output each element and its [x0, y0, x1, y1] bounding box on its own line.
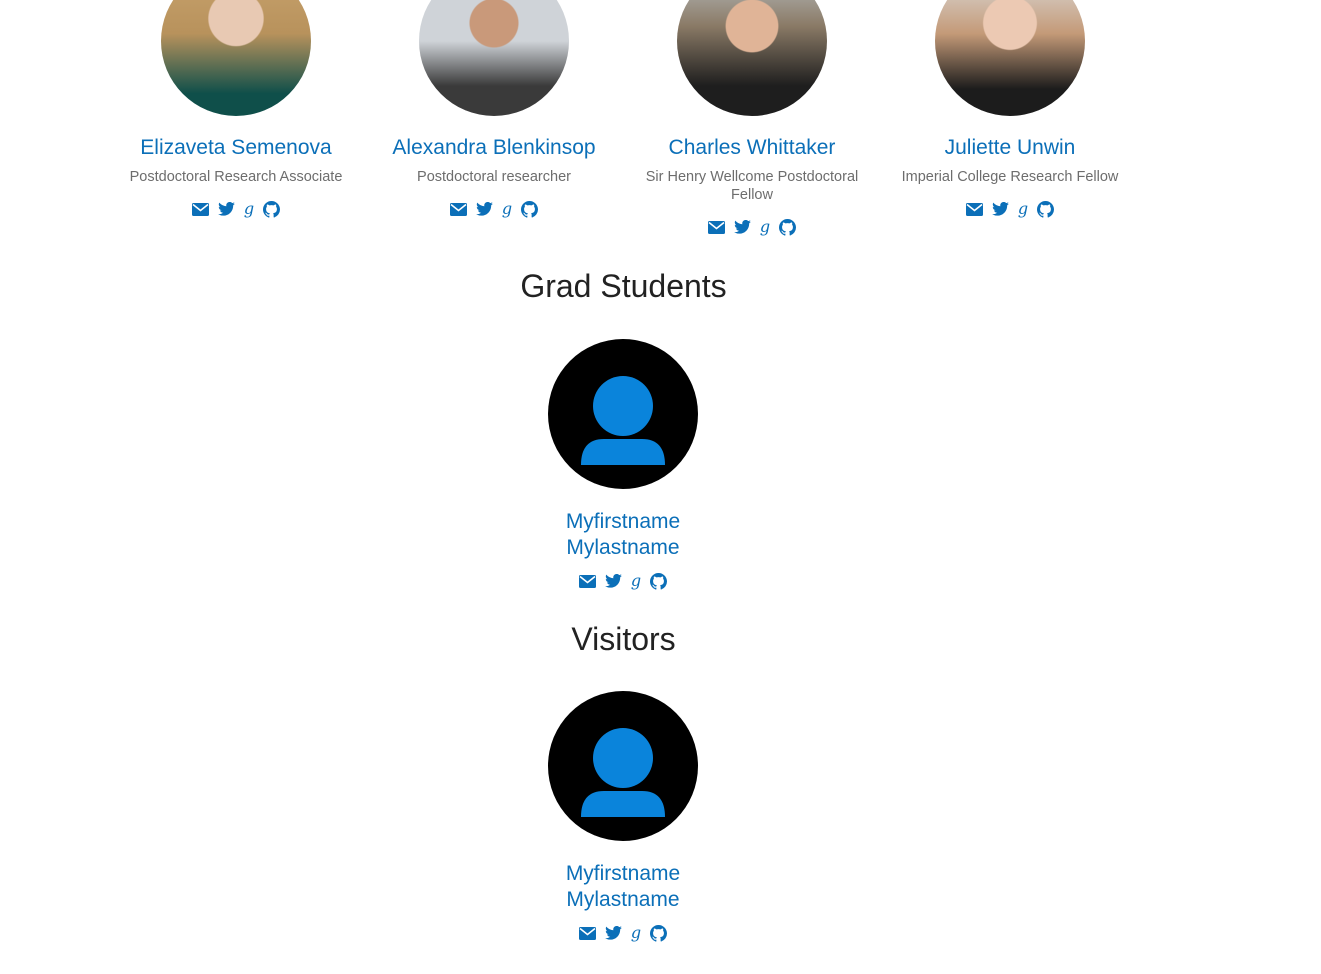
member-photo[interactable] [677, 0, 827, 116]
user-placeholder-icon[interactable] [548, 339, 698, 489]
envelope-icon[interactable] [449, 202, 467, 216]
twitter-icon[interactable] [991, 202, 1009, 216]
member-first-name: Myfirstname [565, 862, 681, 885]
member-role: Imperial College Research Fellow [901, 169, 1119, 185]
member-card: Juliette Unwin Imperial College Research… [881, 0, 1139, 218]
member-last-name: Mylastname [566, 888, 680, 911]
member-role: Postdoctoral Research Associate [129, 169, 343, 185]
social-links: g [623, 218, 881, 236]
social-links: g [365, 200, 623, 218]
google-scholar-icon[interactable]: g [1018, 201, 1028, 217]
member-photo[interactable] [935, 0, 1085, 116]
envelope-icon[interactable] [191, 202, 209, 216]
member-card: Alexandra Blenkinsop Postdoctoral resear… [365, 0, 623, 218]
team-page: Elizaveta Semenova Postdoctoral Research… [0, 0, 1321, 974]
envelope-icon[interactable] [707, 220, 725, 234]
member-card: Charles Whittaker Sir Henry Wellcome Pos… [623, 0, 881, 236]
github-icon[interactable] [650, 572, 668, 590]
social-links: g [881, 200, 1139, 218]
member-name-link[interactable]: Charles Whittaker [623, 135, 881, 161]
member-first-name: Myfirstname [565, 510, 681, 533]
google-scholar-icon[interactable]: g [760, 219, 770, 235]
google-scholar-icon[interactable]: g [244, 201, 254, 217]
twitter-icon[interactable] [475, 202, 493, 216]
member-name-link[interactable]: Juliette Unwin [881, 135, 1139, 161]
twitter-icon[interactable] [733, 220, 751, 234]
member-card: Elizaveta Semenova Postdoctoral Research… [107, 0, 365, 218]
github-icon[interactable] [650, 924, 668, 942]
member-card: Myfirstname Mylastname g [494, 339, 752, 590]
envelope-icon[interactable] [965, 202, 983, 216]
google-scholar-icon[interactable]: g [502, 201, 512, 217]
member-photo[interactable] [161, 0, 311, 116]
social-links: g [494, 572, 752, 590]
github-icon[interactable] [521, 200, 539, 218]
member-last-name: Mylastname [566, 536, 680, 559]
section-heading-visitors: Visitors [571, 621, 676, 657]
member-card: Myfirstname Mylastname g [494, 691, 752, 942]
github-icon[interactable] [1037, 200, 1055, 218]
github-icon[interactable] [779, 218, 797, 236]
envelope-icon[interactable] [578, 926, 596, 940]
member-name-link[interactable]: Alexandra Blenkinsop [365, 135, 623, 161]
google-scholar-icon[interactable]: g [631, 925, 641, 941]
social-links: g [494, 924, 752, 942]
github-icon[interactable] [263, 200, 281, 218]
envelope-icon[interactable] [578, 574, 596, 588]
member-name-link[interactable]: Myfirstname Mylastname [494, 861, 752, 913]
member-role: Postdoctoral researcher [417, 169, 571, 185]
twitter-icon[interactable] [604, 574, 622, 588]
twitter-icon[interactable] [604, 926, 622, 940]
member-role: Sir Henry Wellcome Postdoctoral Fellow [645, 169, 859, 203]
member-name-link[interactable]: Elizaveta Semenova [107, 135, 365, 161]
google-scholar-icon[interactable]: g [631, 573, 641, 589]
social-links: g [107, 200, 365, 218]
member-name-link[interactable]: Myfirstname Mylastname [494, 509, 752, 561]
member-photo[interactable] [419, 0, 569, 116]
section-heading-grad-students: Grad Students [520, 268, 727, 304]
user-placeholder-icon[interactable] [548, 691, 698, 841]
twitter-icon[interactable] [217, 202, 235, 216]
